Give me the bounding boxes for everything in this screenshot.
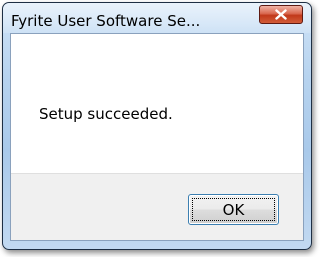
ok-button[interactable]: OK xyxy=(188,194,279,225)
window-title: Fyrite User Software Se... xyxy=(11,12,201,30)
ok-button-label: OK xyxy=(222,200,245,219)
close-icon xyxy=(275,9,287,20)
title-bar[interactable]: Fyrite User Software Se... xyxy=(3,3,311,33)
button-bar: OK xyxy=(11,173,303,240)
close-button[interactable] xyxy=(259,5,303,24)
dialog-window: Fyrite User Software Se... Setup succeed… xyxy=(2,2,312,250)
dialog-content: Setup succeeded. OK xyxy=(10,33,304,241)
status-message: Setup succeeded. xyxy=(39,105,173,123)
